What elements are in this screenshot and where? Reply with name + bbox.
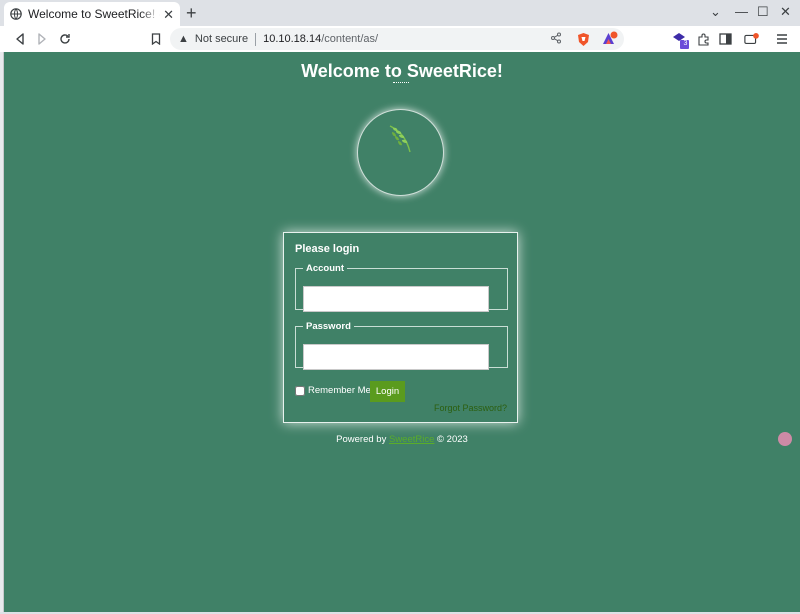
url-host: 10.10.18.14 xyxy=(263,33,322,45)
tab-bar: Welcome to SweetRice! - Dashboard ✕ + ⌄ … xyxy=(0,0,800,26)
globe-icon xyxy=(10,8,22,20)
menu-icon[interactable] xyxy=(774,31,790,47)
account-input[interactable] xyxy=(303,286,489,312)
password-input[interactable] xyxy=(303,344,489,370)
brave-rewards-icon[interactable] xyxy=(601,31,618,46)
maximize-button[interactable]: ☐ xyxy=(757,4,769,20)
new-tab-button[interactable]: + xyxy=(186,3,197,23)
browser-toolbar: ▲ Not secure 10.10.18.14/content/as/ 3 xyxy=(0,26,800,52)
sweetrice-link[interactable]: SweetRice xyxy=(389,434,434,445)
address-bar[interactable]: ▲ Not secure 10.10.18.14/content/as/ xyxy=(170,28,624,50)
login-heading: Please login xyxy=(295,243,360,255)
share-icon[interactable] xyxy=(550,32,562,44)
password-label: Password xyxy=(306,321,351,332)
close-window-button[interactable]: ✕ xyxy=(780,4,791,20)
cursor-dot xyxy=(778,432,792,446)
address-separator xyxy=(255,32,257,46)
rice-plant-icon xyxy=(389,125,411,153)
forward-icon[interactable] xyxy=(34,31,50,47)
forgot-password-link[interactable]: Forgot Password? xyxy=(434,403,507,413)
warning-icon[interactable]: ▲ xyxy=(178,33,189,45)
remember-me-checkbox[interactable] xyxy=(295,385,305,396)
sidebar-icon[interactable] xyxy=(717,31,733,47)
login-button[interactable]: Login xyxy=(370,381,405,402)
account-label: Account xyxy=(306,263,344,274)
remember-me[interactable]: Remember Me xyxy=(295,385,371,396)
back-icon[interactable] xyxy=(12,31,28,47)
bookmark-icon[interactable] xyxy=(148,31,164,47)
browser-tab[interactable]: Welcome to SweetRice! - Dashboard ✕ xyxy=(4,2,180,26)
url-text[interactable]: 10.10.18.14/content/as/ xyxy=(263,33,378,45)
tab-list-dropdown-icon[interactable]: ⌄ xyxy=(710,4,721,20)
puzzle-icon[interactable] xyxy=(695,31,711,47)
footer-copyright: © 2023 xyxy=(437,434,468,445)
sweetrice-logo xyxy=(357,109,444,196)
password-fieldset: Password xyxy=(295,321,508,370)
page-title: Welcome to SweetRice! xyxy=(301,61,503,81)
footer-prefix: Powered by xyxy=(336,434,387,445)
wallet-icon[interactable] xyxy=(744,31,760,47)
reload-icon[interactable] xyxy=(57,31,73,47)
brave-shields-icon[interactable] xyxy=(577,32,590,47)
remember-me-label: Remember Me xyxy=(308,385,371,396)
close-tab-icon[interactable]: ✕ xyxy=(163,8,174,21)
account-fieldset: Account xyxy=(295,263,508,312)
extension-badge: 3 xyxy=(683,40,688,47)
tab-title: Welcome to SweetRice! - Dashboard xyxy=(28,7,160,21)
login-form: Please login Account Password Remember M… xyxy=(283,232,518,423)
url-path: /content/as/ xyxy=(321,33,379,45)
security-label[interactable]: Not secure xyxy=(195,33,248,45)
minimize-button[interactable]: — xyxy=(735,4,748,20)
page-viewport: Welcome to SweetRice! Please login Accou… xyxy=(4,52,800,612)
page-footer: Powered by SweetRice © 2023 xyxy=(4,434,800,445)
title-underline xyxy=(393,82,409,83)
